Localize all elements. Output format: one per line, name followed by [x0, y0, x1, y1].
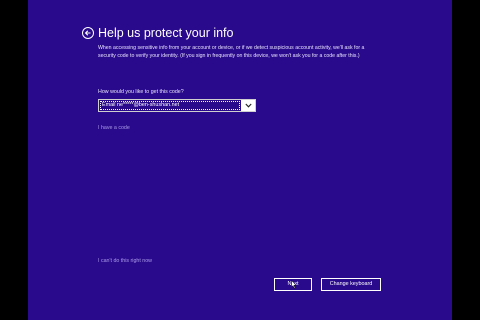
mouse-pointer-icon	[291, 280, 297, 289]
code-method-selected-value: Email ne*****@ben-shushan.net	[99, 100, 241, 111]
have-code-link[interactable]: I have a code	[98, 125, 130, 132]
change-keyboard-button[interactable]: Change keyboard	[321, 278, 381, 291]
page-title: Help us protect your info	[98, 26, 234, 40]
cant-do-now-link[interactable]: I can't do this right now	[98, 258, 152, 265]
code-method-label: How would you like to get this code?	[98, 89, 184, 95]
dropdown-toggle[interactable]	[241, 100, 255, 111]
back-button[interactable]	[82, 27, 94, 39]
description-text: When accessing sensitive info from your …	[98, 45, 365, 59]
code-method-dropdown[interactable]: Email ne*****@ben-shushan.net	[98, 99, 256, 112]
back-arrow-icon	[84, 30, 91, 36]
chevron-down-icon	[244, 103, 252, 108]
